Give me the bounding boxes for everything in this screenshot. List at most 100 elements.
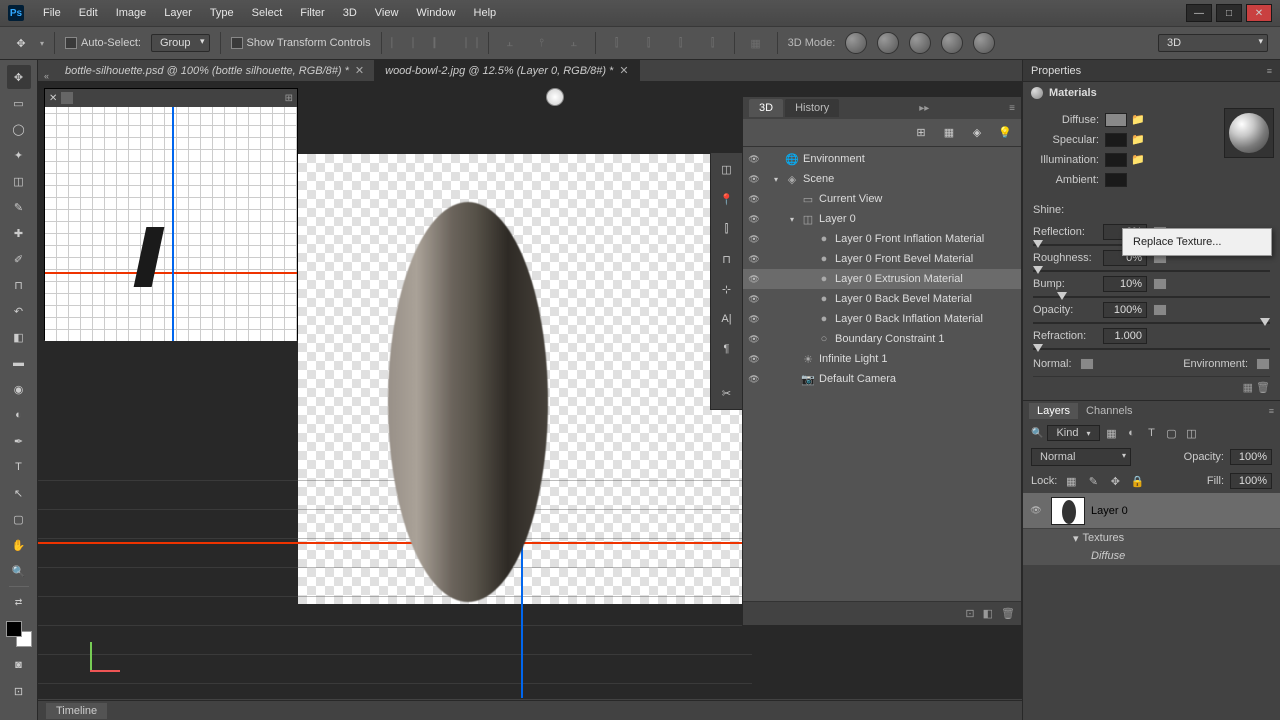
tree-row[interactable]: ▾◫Layer 0 <box>743 209 1021 229</box>
visibility-icon[interactable] <box>747 372 761 386</box>
maximize-button[interactable]: □ <box>1216 4 1242 22</box>
dodge-tool[interactable]: ◐ <box>7 403 31 427</box>
orbit-icon[interactable] <box>845 32 867 54</box>
menu-filter[interactable]: Filter <box>291 3 333 23</box>
eraser-tool[interactable]: ◧ <box>7 325 31 349</box>
swap-colors-icon[interactable]: ⇄ <box>7 590 31 614</box>
distribute-h-icon[interactable]: ⫿ <box>606 32 628 54</box>
fill-value[interactable]: 100% <box>1230 473 1272 489</box>
tab-close-icon[interactable]: ✕ <box>619 64 628 77</box>
dock-coord-icon[interactable]: ⊹ <box>715 277 739 301</box>
new-light-icon[interactable]: ◧ <box>983 607 993 620</box>
filter-shape-icon[interactable]: ▢ <box>1164 425 1180 441</box>
pan-icon[interactable] <box>909 32 931 54</box>
eyedropper-tool[interactable]: ✎ <box>7 195 31 219</box>
light-widget[interactable] <box>546 88 564 106</box>
filter-light-icon[interactable]: 💡 <box>997 125 1013 141</box>
distribute-icon2[interactable]: ⫿ <box>702 32 724 54</box>
filter-mesh-icon[interactable]: ▦ <box>941 125 957 141</box>
menu-edit[interactable]: Edit <box>70 3 107 23</box>
document-tab[interactable]: wood-bowl-2.jpg @ 12.5% (Layer 0, RGB/8#… <box>375 60 639 81</box>
align-right-icon[interactable]: ⎹⎹ <box>456 32 478 54</box>
menu-window[interactable]: Window <box>407 3 464 23</box>
opacity-value[interactable]: 100% <box>1103 302 1147 318</box>
diffuse-texture-row[interactable]: Diffuse <box>1023 547 1280 565</box>
visibility-icon[interactable] <box>747 352 761 366</box>
layers-menu-icon[interactable]: ≡ <box>1269 406 1274 416</box>
expand-icon[interactable]: ▾ <box>771 175 781 184</box>
close-button[interactable]: ✕ <box>1246 4 1272 22</box>
roll-icon[interactable] <box>877 32 899 54</box>
marquee-tool[interactable]: ▭ <box>7 91 31 115</box>
layer-name[interactable]: Layer 0 <box>1091 505 1128 517</box>
environment-texture-icon[interactable] <box>1256 358 1270 370</box>
visibility-icon[interactable] <box>747 212 761 226</box>
tree-row[interactable]: ○Boundary Constraint 1 <box>743 329 1021 349</box>
screen-mode-tool[interactable]: ⊡ <box>7 679 31 703</box>
tree-row[interactable]: ●Layer 0 Extrusion Material <box>743 269 1021 289</box>
minimize-button[interactable]: — <box>1186 4 1212 22</box>
blur-tool[interactable]: ◉ <box>7 377 31 401</box>
brush-tool[interactable]: ✐ <box>7 247 31 271</box>
tab-channels[interactable]: Channels <box>1078 403 1140 419</box>
visibility-icon[interactable] <box>747 272 761 286</box>
tab-layers[interactable]: Layers <box>1029 403 1078 419</box>
pen-tool[interactable]: ✒ <box>7 429 31 453</box>
render-icon[interactable]: ⊡ <box>965 607 974 620</box>
dock-deform-icon[interactable]: ⫿ <box>715 217 739 241</box>
menu-file[interactable]: File <box>34 3 70 23</box>
visibility-icon[interactable] <box>747 172 761 186</box>
slide-icon[interactable] <box>941 32 963 54</box>
menu-view[interactable]: View <box>366 3 408 23</box>
gradient-tool[interactable]: ▬ <box>7 351 31 375</box>
shape-tool[interactable]: ▢ <box>7 507 31 531</box>
workspace-dropdown[interactable]: 3D <box>1158 34 1268 52</box>
filter-adjust-icon[interactable]: ◐ <box>1124 425 1140 441</box>
blend-mode-dropdown[interactable]: Normal <box>1031 448 1131 466</box>
tree-row[interactable]: ▾◈Scene <box>743 169 1021 189</box>
refraction-value[interactable]: 1.000 <box>1103 328 1147 344</box>
delete-icon[interactable]: 🗑 <box>1001 607 1015 620</box>
path-tool[interactable]: ↖ <box>7 481 31 505</box>
auto-select-checkbox[interactable] <box>65 37 77 49</box>
align-top-icon[interactable]: ⫠ <box>499 32 521 54</box>
hand-tool[interactable]: ✋ <box>7 533 31 557</box>
tab-history[interactable]: History <box>785 99 839 117</box>
opacity-texture-icon[interactable] <box>1153 304 1167 316</box>
group-dropdown[interactable]: Group <box>151 34 210 52</box>
lock-transparent-icon[interactable]: ▦ <box>1063 473 1079 489</box>
illumination-texture-icon[interactable]: 📁 <box>1131 153 1145 167</box>
ambient-swatch[interactable] <box>1105 173 1127 187</box>
dock-type-icon[interactable]: A| <box>715 307 739 331</box>
expand-icon[interactable]: ▾ <box>787 215 797 224</box>
bump-value[interactable]: 10% <box>1103 276 1147 292</box>
filter-type-icon[interactable]: T <box>1144 425 1160 441</box>
history-brush-tool[interactable]: ↶ <box>7 299 31 323</box>
filter-pixel-icon[interactable]: ▦ <box>1104 425 1120 441</box>
tree-row[interactable]: ●Layer 0 Front Bevel Material <box>743 249 1021 269</box>
dock-cap-icon[interactable]: ⊓ <box>715 247 739 271</box>
visibility-icon[interactable] <box>747 252 761 266</box>
normal-texture-icon[interactable] <box>1080 358 1094 370</box>
visibility-icon[interactable] <box>747 312 761 326</box>
sv-menu-icon[interactable]: ⊞ <box>285 93 293 104</box>
panel-menu-icon[interactable]: ≡ <box>1009 103 1015 114</box>
diffuse-swatch[interactable] <box>1105 113 1127 127</box>
arrange-icon[interactable]: ▦ <box>745 32 767 54</box>
menu-3d[interactable]: 3D <box>334 3 366 23</box>
tree-row[interactable]: ☀Infinite Light 1 <box>743 349 1021 369</box>
align-bottom-icon[interactable]: ⫠ <box>563 32 585 54</box>
collapse-icon[interactable]: « <box>38 71 55 81</box>
dock-para-icon[interactable]: ¶ <box>715 337 739 361</box>
prop-delete-icon[interactable]: ▦ 🗑 <box>1243 382 1270 394</box>
menu-layer[interactable]: Layer <box>155 3 201 23</box>
visibility-icon[interactable] <box>747 192 761 206</box>
diffuse-texture-icon[interactable]: 📁 <box>1131 113 1145 127</box>
layer-opacity-value[interactable]: 100% <box>1230 449 1272 465</box>
filter-kind-dropdown[interactable]: Kind <box>1047 425 1099 441</box>
dock-cube-icon[interactable]: ◫ <box>715 157 739 181</box>
distribute-icon[interactable]: ⫿ <box>670 32 692 54</box>
document-tab[interactable]: bottle-silhouette.psd @ 100% (bottle sil… <box>55 60 375 81</box>
tab-close-icon[interactable]: ✕ <box>355 64 364 77</box>
timeline-tab[interactable]: Timeline <box>46 703 107 719</box>
